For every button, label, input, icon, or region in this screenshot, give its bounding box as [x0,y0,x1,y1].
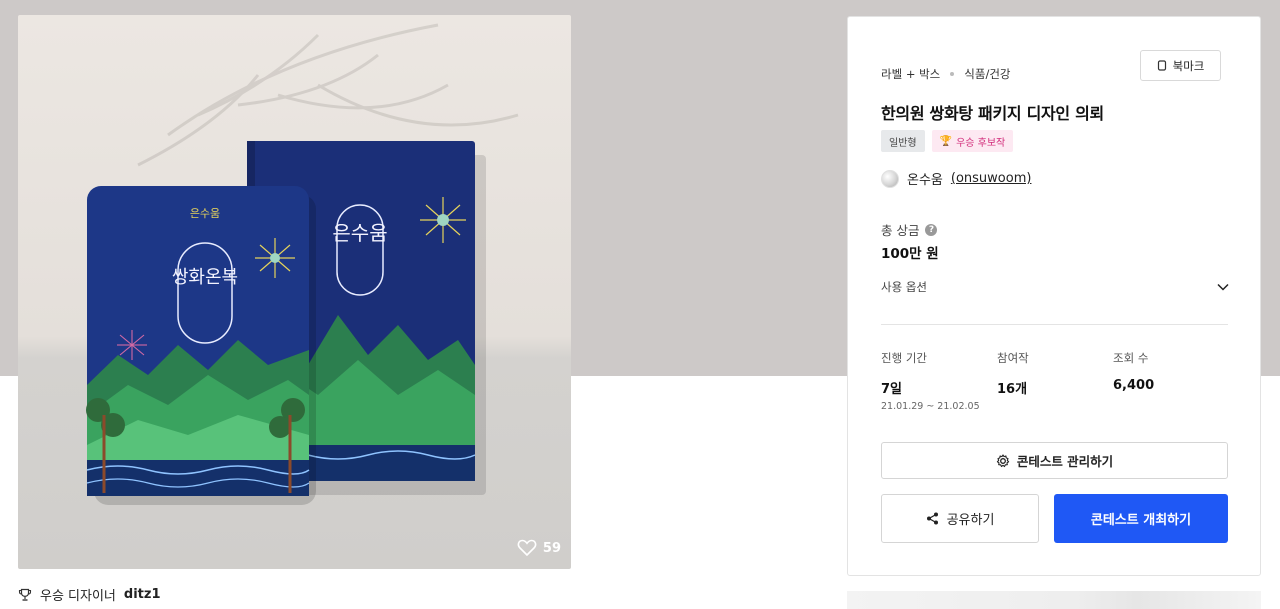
tag-winner-candidate: 🏆 우승 후보작 [931,130,1014,152]
stat-duration-value: 7일 [881,382,903,397]
stat-duration: 진행 기간 7일 21.01.29 ~ 21.02.05 [881,350,997,412]
contest-hero-image[interactable]: 은수움 은수움 쌍화온복 59 [18,15,571,569]
divider [881,324,1228,325]
avatar [881,169,899,188]
heart-icon [517,539,537,557]
contest-info-card: 라벨 + 박스 식품/건강 북마크 한의원 쌍화탕 패키지 디자인 의뢰 일반형… [847,16,1261,576]
breadcrumb-separator [950,72,955,76]
winner-name[interactable]: ditz1 [124,587,161,602]
stat-entries-label: 참여작 [997,351,1029,365]
share-icon [926,512,938,525]
total-prize-value: 100만 원 [881,246,939,262]
help-icon[interactable]: ? [925,223,938,236]
stat-duration-dates: 21.01.29 ~ 21.02.05 [881,401,980,412]
pouch-logo-text: 은수움 [190,207,220,220]
author-name: 온수움 [907,173,943,188]
options-dropdown[interactable]: 사용 옵션 [881,279,1229,295]
author-info[interactable]: 온수움 (onsuwoom) [881,169,1031,188]
tag-type-label: 일반형 [889,137,917,149]
trophy-icon: 🏆 [939,135,953,147]
manage-contest-button[interactable]: 콘테스트 관리하기 [881,442,1228,479]
chevron-down-icon [1217,283,1229,291]
total-prize-label-text: 총 상금 [881,223,920,238]
pouch-title-text: 쌍화온복 [172,267,238,288]
stat-views: 조회 수 6,400 [1113,350,1229,412]
stat-duration-label: 진행 기간 [881,351,927,365]
tag-type: 일반형 [881,130,925,152]
winner-prefix: 우승 디자이너 [40,589,116,604]
contest-tags: 일반형 🏆 우승 후보작 [881,130,1014,152]
stat-entries: 참여작 16개 [997,350,1113,412]
breadcrumb-item-subcategory[interactable]: 식품/건강 [964,66,1010,82]
stat-views-value: 6,400 [1113,378,1155,393]
breadcrumb-item-category[interactable]: 라벨 + 박스 [881,66,940,82]
bookmark-button[interactable]: 북마크 [1140,50,1221,81]
total-prize-label: 총 상금 ? [881,220,938,239]
tag-winner-candidate-label: 우승 후보작 [956,137,1006,149]
share-button[interactable]: 공유하기 [881,494,1039,543]
stat-entries-value: 16개 [997,382,1028,397]
package-mockup-illustration: 은수움 은수움 쌍화온복 [86,23,519,505]
winner-designer: 우승 디자이너 ditz1 [18,585,161,604]
box-logo-text: 은수움 [332,221,387,245]
options-label: 사용 옵션 [881,280,927,294]
next-card-preview[interactable] [847,591,1261,609]
author-handle-link[interactable]: (onsuwoom) [951,171,1032,186]
host-contest-button[interactable]: 콘테스트 개최하기 [1054,494,1228,543]
like-counter[interactable]: 59 [517,539,561,557]
trophy-icon [18,588,32,601]
bookmark-icon [1157,60,1166,71]
stat-views-label: 조회 수 [1113,351,1149,365]
bookmark-label: 북마크 [1172,58,1205,73]
contest-stats: 진행 기간 7일 21.01.29 ~ 21.02.05 참여작 16개 조회 … [881,350,1229,412]
contest-title: 한의원 쌍화탕 패키지 디자인 의뢰 [881,104,1104,123]
like-count: 59 [542,540,561,556]
manage-contest-label: 콘테스트 관리하기 [1016,454,1114,469]
gear-icon [996,453,1009,467]
breadcrumb: 라벨 + 박스 식품/건강 [881,66,1010,82]
share-label: 공유하기 [946,513,995,528]
